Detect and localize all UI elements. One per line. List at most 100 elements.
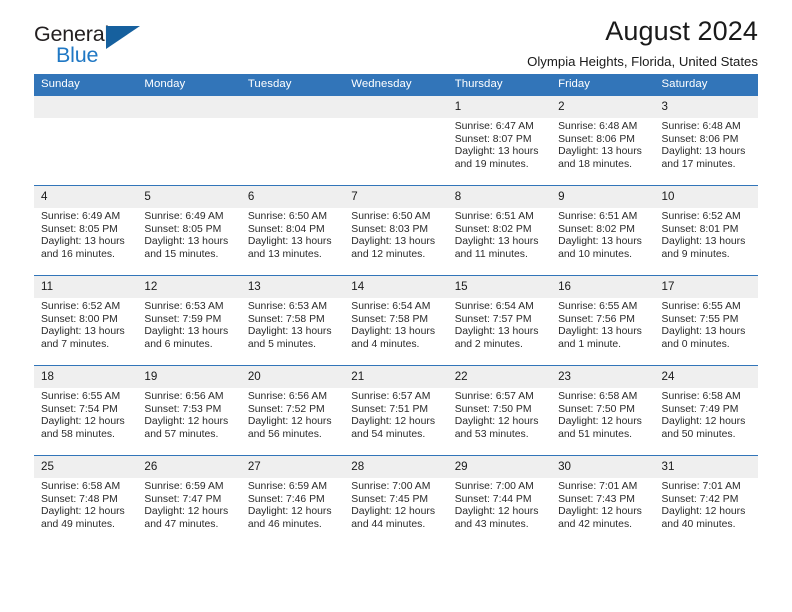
calendar-day-cell[interactable]: 5 Sunrise: 6:49 AM Sunset: 8:05 PM Daylight… <box>137 185 241 276</box>
sunset-time: Sunset: 7:48 PM <box>41 493 118 505</box>
sunrise-time: Sunrise: 6:58 AM <box>661 391 741 402</box>
calendar-day-cell[interactable]: 3 Sunrise: 6:48 AM Sunset: 8:06 PM Daylight… <box>654 95 758 186</box>
sunrise-time: Sunrise: 6:53 AM <box>247 301 327 312</box>
calendar-cell-empty <box>34 95 138 186</box>
daylight-duration-line2: and 43 minutes. <box>454 518 529 530</box>
day-sun-info: Sunrise: 6:47 AM Sunset: 8:07 PM Daylight:… <box>448 118 551 171</box>
daylight-duration-line2: and 5 minutes. <box>247 338 317 350</box>
calendar-day-cell[interactable]: 21 Sunrise: 6:57 AM Sunset: 7:51 PM Dayligh… <box>344 365 448 456</box>
calendar-day-cell[interactable]: 8 Sunrise: 6:51 AM Sunset: 8:02 PM Daylight… <box>447 185 552 276</box>
title-block: August 2024 Olympia Heights, Florida, Un… <box>527 14 758 73</box>
sunrise-time: Sunrise: 7:00 AM <box>351 481 431 492</box>
daylight-duration-line1: Daylight: 13 hours <box>454 236 539 248</box>
sunset-time: Sunset: 7:50 PM <box>558 403 635 415</box>
day-sun-info: Sunrise: 6:48 AM Sunset: 8:06 PM Daylight:… <box>655 118 758 171</box>
day-number: 2 <box>551 96 655 118</box>
calendar-day-cell[interactable]: 1 Sunrise: 6:47 AM Sunset: 8:07 PM Daylight… <box>447 95 552 186</box>
calendar-day-cell[interactable]: 10 Sunrise: 6:52 AM Sunset: 8:01 PM Dayligh… <box>654 185 758 276</box>
calendar-day-cell[interactable]: 11 Sunrise: 6:52 AM Sunset: 8:00 PM Dayligh… <box>34 275 138 366</box>
calendar-day-cell[interactable]: 16 Sunrise: 6:55 AM Sunset: 7:56 PM Dayligh… <box>551 275 655 366</box>
calendar-day-cell[interactable]: 20 Sunrise: 6:56 AM Sunset: 7:52 PM Dayligh… <box>240 365 345 456</box>
general-blue-logo[interactable]: General Blue <box>34 23 150 66</box>
day-number: 15 <box>447 276 552 298</box>
daylight-duration-line2: and 56 minutes. <box>247 428 322 440</box>
day-sun-info: Sunrise: 6:56 AM Sunset: 7:53 PM Daylight:… <box>137 388 240 441</box>
daylight-duration-line2: and 16 minutes. <box>41 248 115 260</box>
calendar-day-cell[interactable]: 31 Sunrise: 7:01 AM Sunset: 7:42 PM Dayligh… <box>654 455 758 545</box>
calendar-day-cell[interactable]: 29 Sunrise: 7:00 AM Sunset: 7:44 PM Dayligh… <box>447 455 552 545</box>
sunrise-time: Sunrise: 6:51 AM <box>454 211 534 222</box>
daylight-duration-line1: Daylight: 12 hours <box>41 416 125 428</box>
sunset-time: Sunset: 7:58 PM <box>351 313 429 325</box>
sunrise-time: Sunrise: 6:57 AM <box>454 391 534 402</box>
day-sun-info: Sunrise: 6:58 AM Sunset: 7:49 PM Daylight:… <box>655 388 758 441</box>
page-header: General Blue August 2024 Olympia Heights… <box>34 0 758 74</box>
day-number <box>240 96 345 118</box>
sunrise-time: Sunrise: 6:55 AM <box>41 391 121 402</box>
calendar-day-cell[interactable]: 19 Sunrise: 6:56 AM Sunset: 7:53 PM Dayligh… <box>137 365 241 456</box>
sunset-time: Sunset: 7:52 PM <box>247 403 325 415</box>
day-number: 17 <box>654 276 758 298</box>
day-number: 14 <box>344 276 448 298</box>
sunset-time: Sunset: 8:02 PM <box>558 223 635 235</box>
sunrise-time: Sunrise: 6:50 AM <box>247 211 327 222</box>
daylight-duration-line1: Daylight: 12 hours <box>558 506 642 518</box>
calendar-day-cell[interactable]: 14 Sunrise: 6:54 AM Sunset: 7:58 PM Dayligh… <box>344 275 448 366</box>
day-sun-info: Sunrise: 6:57 AM Sunset: 7:51 PM Daylight:… <box>344 388 447 441</box>
daylight-duration-line2: and 2 minutes. <box>454 338 523 350</box>
calendar-day-cell[interactable]: 12 Sunrise: 6:53 AM Sunset: 7:59 PM Dayligh… <box>137 275 241 366</box>
day-sun-info: Sunrise: 6:58 AM Sunset: 7:50 PM Daylight:… <box>551 388 654 441</box>
calendar-day-cell[interactable]: 9 Sunrise: 6:51 AM Sunset: 8:02 PM Daylight… <box>551 185 655 276</box>
day-number: 24 <box>654 366 758 388</box>
calendar-day-cell[interactable]: 15 Sunrise: 6:54 AM Sunset: 7:57 PM Dayligh… <box>447 275 552 366</box>
calendar-day-cell[interactable]: 18 Sunrise: 6:55 AM Sunset: 7:54 PM Dayligh… <box>34 365 138 456</box>
calendar-day-cell[interactable]: 30 Sunrise: 7:01 AM Sunset: 7:43 PM Dayligh… <box>551 455 655 545</box>
calendar-day-cell[interactable]: 13 Sunrise: 6:53 AM Sunset: 7:58 PM Dayligh… <box>240 275 345 366</box>
day-number: 1 <box>447 96 552 118</box>
sunrise-time: Sunrise: 6:55 AM <box>558 301 638 312</box>
day-sun-info: Sunrise: 6:52 AM Sunset: 8:00 PM Daylight:… <box>34 298 137 351</box>
calendar-day-cell[interactable]: 6 Sunrise: 6:50 AM Sunset: 8:04 PM Daylight… <box>240 185 345 276</box>
calendar-day-cell[interactable]: 23 Sunrise: 6:58 AM Sunset: 7:50 PM Dayligh… <box>551 365 655 456</box>
calendar-day-cell[interactable]: 27 Sunrise: 6:59 AM Sunset: 7:46 PM Dayligh… <box>240 455 345 545</box>
sunrise-time: Sunrise: 6:47 AM <box>454 121 534 132</box>
day-sun-info: Sunrise: 6:53 AM Sunset: 7:59 PM Daylight:… <box>137 298 240 351</box>
sunset-time: Sunset: 7:53 PM <box>144 403 222 415</box>
day-number: 26 <box>137 456 241 478</box>
daylight-duration-line1: Daylight: 12 hours <box>454 506 539 518</box>
sunset-time: Sunset: 7:42 PM <box>661 493 739 505</box>
sunset-time: Sunset: 7:56 PM <box>558 313 635 325</box>
daylight-duration-line2: and 11 minutes. <box>454 248 528 260</box>
sunrise-time: Sunrise: 6:53 AM <box>144 301 224 312</box>
page-subtitle: Olympia Heights, Florida, United States <box>527 54 758 69</box>
calendar-day-cell[interactable]: 22 Sunrise: 6:57 AM Sunset: 7:50 PM Dayligh… <box>447 365 552 456</box>
daylight-duration-line1: Daylight: 12 hours <box>351 416 436 428</box>
day-sun-info: Sunrise: 6:59 AM Sunset: 7:46 PM Daylight:… <box>241 478 344 531</box>
sunrise-time: Sunrise: 7:00 AM <box>454 481 534 492</box>
daylight-duration-line2: and 42 minutes. <box>558 518 633 530</box>
daylight-duration-line2: and 57 minutes. <box>144 428 219 440</box>
sunset-time: Sunset: 7:55 PM <box>661 313 739 325</box>
logo-triangle-icon <box>106 26 140 49</box>
daylight-duration-line2: and 9 minutes. <box>661 248 730 260</box>
sunset-time: Sunset: 7:47 PM <box>144 493 222 505</box>
sunrise-time: Sunrise: 6:49 AM <box>41 211 121 222</box>
calendar-day-cell[interactable]: 28 Sunrise: 7:00 AM Sunset: 7:45 PM Dayligh… <box>344 455 448 545</box>
calendar-day-cell[interactable]: 2 Sunrise: 6:48 AM Sunset: 8:06 PM Daylight… <box>551 95 655 186</box>
calendar-day-cell[interactable]: 4 Sunrise: 6:49 AM Sunset: 8:05 PM Daylight… <box>34 185 138 276</box>
day-number: 12 <box>137 276 241 298</box>
calendar-week-row: 4 Sunrise: 6:49 AM Sunset: 8:05 PM Daylight… <box>34 185 758 276</box>
day-number: 25 <box>34 456 138 478</box>
day-number: 27 <box>240 456 345 478</box>
calendar-day-cell[interactable]: 25 Sunrise: 6:58 AM Sunset: 7:48 PM Dayligh… <box>34 455 138 545</box>
sunrise-time: Sunrise: 7:01 AM <box>558 481 638 492</box>
calendar-day-cell[interactable]: 26 Sunrise: 6:59 AM Sunset: 7:47 PM Dayligh… <box>137 455 241 545</box>
sunset-time: Sunset: 7:43 PM <box>558 493 635 505</box>
calendar-day-cell[interactable]: 7 Sunrise: 6:50 AM Sunset: 8:03 PM Daylight… <box>344 185 448 276</box>
calendar-day-cell[interactable]: 17 Sunrise: 6:55 AM Sunset: 7:55 PM Dayligh… <box>654 275 758 366</box>
day-sun-info: Sunrise: 6:50 AM Sunset: 8:03 PM Daylight:… <box>344 208 447 261</box>
day-number: 20 <box>240 366 345 388</box>
calendar-day-cell[interactable]: 24 Sunrise: 6:58 AM Sunset: 7:49 PM Dayligh… <box>654 365 758 456</box>
day-number: 10 <box>654 186 758 208</box>
day-number: 13 <box>240 276 345 298</box>
